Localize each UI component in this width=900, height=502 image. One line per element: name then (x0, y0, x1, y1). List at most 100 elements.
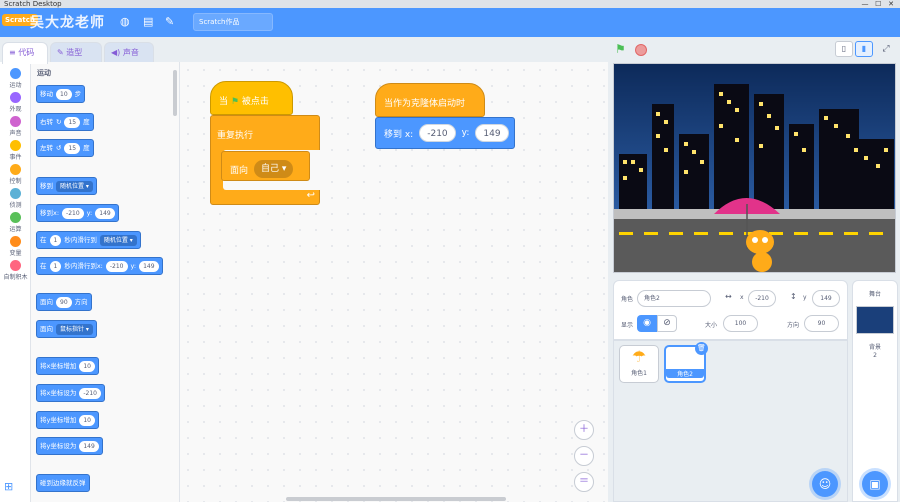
size-input[interactable]: 100 (723, 315, 758, 332)
block-dropdown[interactable]: 鼠标指针 ▾ (56, 323, 93, 335)
category-events[interactable]: 事件 (0, 140, 31, 161)
block-turn-right[interactable]: 右转 ↻ 15 度 (36, 113, 94, 131)
block-set-y[interactable]: 将y坐标设为 149 (36, 437, 103, 455)
loop-arrow-icon: ↩ (306, 190, 315, 201)
block-glide-to[interactable]: 在 1 秒内滑行到 随机位置 ▾ (36, 231, 141, 249)
block-text: 将y坐标增加 (40, 416, 77, 424)
fullscreen-icon[interactable]: ⤢ (877, 41, 895, 57)
hat-when-flag-clicked[interactable]: 当 ⚑ 被点击 (210, 81, 293, 115)
dropdown-value: 鼠标指针 (60, 325, 85, 333)
zoom-reset-button[interactable]: ＝ (574, 472, 594, 492)
block-goto-xy-script[interactable]: 移到 x: -210 y: 149 (375, 117, 515, 149)
tab-sounds[interactable]: ◀) 声音 (104, 42, 154, 62)
block-dropdown[interactable]: 随机位置 ▾ (99, 234, 137, 246)
x-input[interactable]: -210 (419, 124, 456, 142)
category-operators[interactable]: 运算 (0, 212, 31, 233)
hat-when-start-as-clone[interactable]: 当作为克隆体启动时 (375, 83, 485, 117)
menu-bar (0, 8, 900, 37)
block-point-direction[interactable]: 面向 90 方向 (36, 293, 92, 311)
block-input[interactable]: 1 (49, 234, 62, 246)
block-text: 秒内滑行到 (64, 236, 97, 244)
block-text: 碰到边缘就反弹 (40, 479, 86, 487)
palette-scrollbar[interactable] (173, 70, 177, 116)
block-glide-xy[interactable]: 在 1 秒内滑行到x: -210 y: 149 (36, 257, 163, 275)
add-backdrop-button[interactable]: ▣ (862, 471, 888, 497)
zoom-in-button[interactable]: ＋ (574, 420, 594, 440)
block-point-towards[interactable]: 面向 鼠标指针 ▾ (36, 320, 97, 338)
category-looks[interactable]: 外观 (0, 92, 31, 113)
y-input[interactable]: 149 (475, 124, 509, 142)
stage-canvas[interactable] (613, 63, 896, 273)
block-input[interactable]: 10 (79, 414, 95, 426)
large-stage-button[interactable]: ▮ (855, 41, 873, 57)
small-stage-button[interactable]: ▯ (835, 41, 853, 57)
minimize-button[interactable]: — (861, 0, 868, 8)
green-flag-icon[interactable]: ⚑ (615, 42, 626, 56)
block-input[interactable]: 15 (64, 142, 81, 154)
dropdown-value: 随机位置 (103, 236, 128, 244)
category-variables[interactable]: 变量 (0, 236, 31, 257)
block-text: 在 (40, 262, 47, 270)
category-control[interactable]: 控制 (0, 164, 31, 185)
block-change-x[interactable]: 将x坐标增加 10 (36, 357, 99, 375)
hide-eye-icon[interactable]: ⊘ (657, 315, 677, 332)
block-input[interactable]: -210 (79, 387, 101, 399)
globe-icon[interactable]: ◍ (120, 15, 130, 28)
delete-sprite-icon[interactable]: 🗑 (695, 342, 708, 355)
category-sensing[interactable]: 侦测 (0, 188, 31, 209)
zoom-out-button[interactable]: － (574, 446, 594, 466)
control-dot-icon (10, 164, 21, 175)
block-goto[interactable]: 移到 随机位置 ▾ (36, 177, 97, 195)
file-icon[interactable]: ▤ (143, 15, 153, 28)
sprite-name: 角色1 (631, 370, 647, 377)
block-input[interactable]: 10 (79, 360, 95, 372)
category-motion[interactable]: 运动 (0, 68, 31, 89)
block-input[interactable]: 15 (64, 116, 81, 128)
workspace-scrollbar[interactable] (286, 497, 506, 501)
cat-umbrella-icon: ☂ (631, 347, 647, 366)
tab-costumes[interactable]: ✎ 造型 (50, 42, 102, 62)
category-label: 事件 (9, 154, 22, 161)
block-input[interactable]: 1 (49, 260, 62, 272)
block-goto-xy[interactable]: 移到x: -210 y: 149 (36, 204, 119, 222)
category-label: 变量 (9, 250, 22, 257)
block-input[interactable]: -210 (62, 207, 84, 219)
sprite-name-input[interactable]: 角色2 (637, 290, 711, 307)
block-text: 将x坐标设为 (40, 389, 77, 397)
category-sound[interactable]: 声音 (0, 116, 31, 137)
show-eye-icon[interactable]: ◉ (637, 315, 657, 332)
block-input[interactable]: 10 (56, 88, 72, 100)
block-turn-left[interactable]: 左转 ↺ 15 度 (36, 139, 94, 157)
block-input[interactable]: 149 (95, 207, 115, 219)
category-my-blocks[interactable]: 自制积木 (0, 260, 31, 281)
block-text: 移到 (40, 182, 53, 190)
extension-icon[interactable]: ⊞ (4, 480, 13, 493)
block-input[interactable]: 149 (79, 440, 99, 452)
add-sprite-button[interactable]: ☺ (812, 471, 838, 497)
tab-code[interactable]: ≡ 代码 (2, 42, 48, 64)
edit-icon[interactable]: ✎ (165, 15, 174, 28)
block-bounce[interactable]: 碰到边缘就反弹 (36, 474, 90, 492)
block-point-towards-self[interactable]: 面向 自己 ▾ (221, 151, 310, 181)
block-input[interactable]: 90 (56, 296, 72, 308)
backdrop-thumbnail[interactable] (856, 306, 894, 334)
direction-input[interactable]: 90 (804, 315, 839, 332)
close-button[interactable]: ✕ (888, 0, 894, 8)
maximize-button[interactable]: ☐ (875, 0, 881, 8)
block-set-x[interactable]: 将x坐标设为 -210 (36, 384, 105, 402)
block-text: 步 (74, 90, 82, 98)
code-icon: ≡ (9, 48, 16, 57)
tab-code-label: 代码 (18, 48, 35, 57)
image-icon: ▣ (869, 477, 881, 491)
stop-icon[interactable] (635, 44, 647, 56)
target-dropdown[interactable]: 自己 ▾ (254, 160, 294, 178)
block-input[interactable]: -210 (105, 260, 128, 272)
block-dropdown[interactable]: 随机位置 ▾ (56, 180, 93, 192)
sprite-thumb-1[interactable]: ☂ 角色1 (619, 345, 659, 383)
y-input[interactable]: 149 (812, 290, 840, 307)
x-input[interactable]: -210 (748, 290, 776, 307)
block-input[interactable]: 149 (139, 260, 159, 272)
block-move-steps[interactable]: 移动 10 步 (36, 85, 86, 103)
project-title-input[interactable]: Scratch作品 (193, 13, 273, 31)
block-change-y[interactable]: 将y坐标增加 10 (36, 411, 99, 429)
